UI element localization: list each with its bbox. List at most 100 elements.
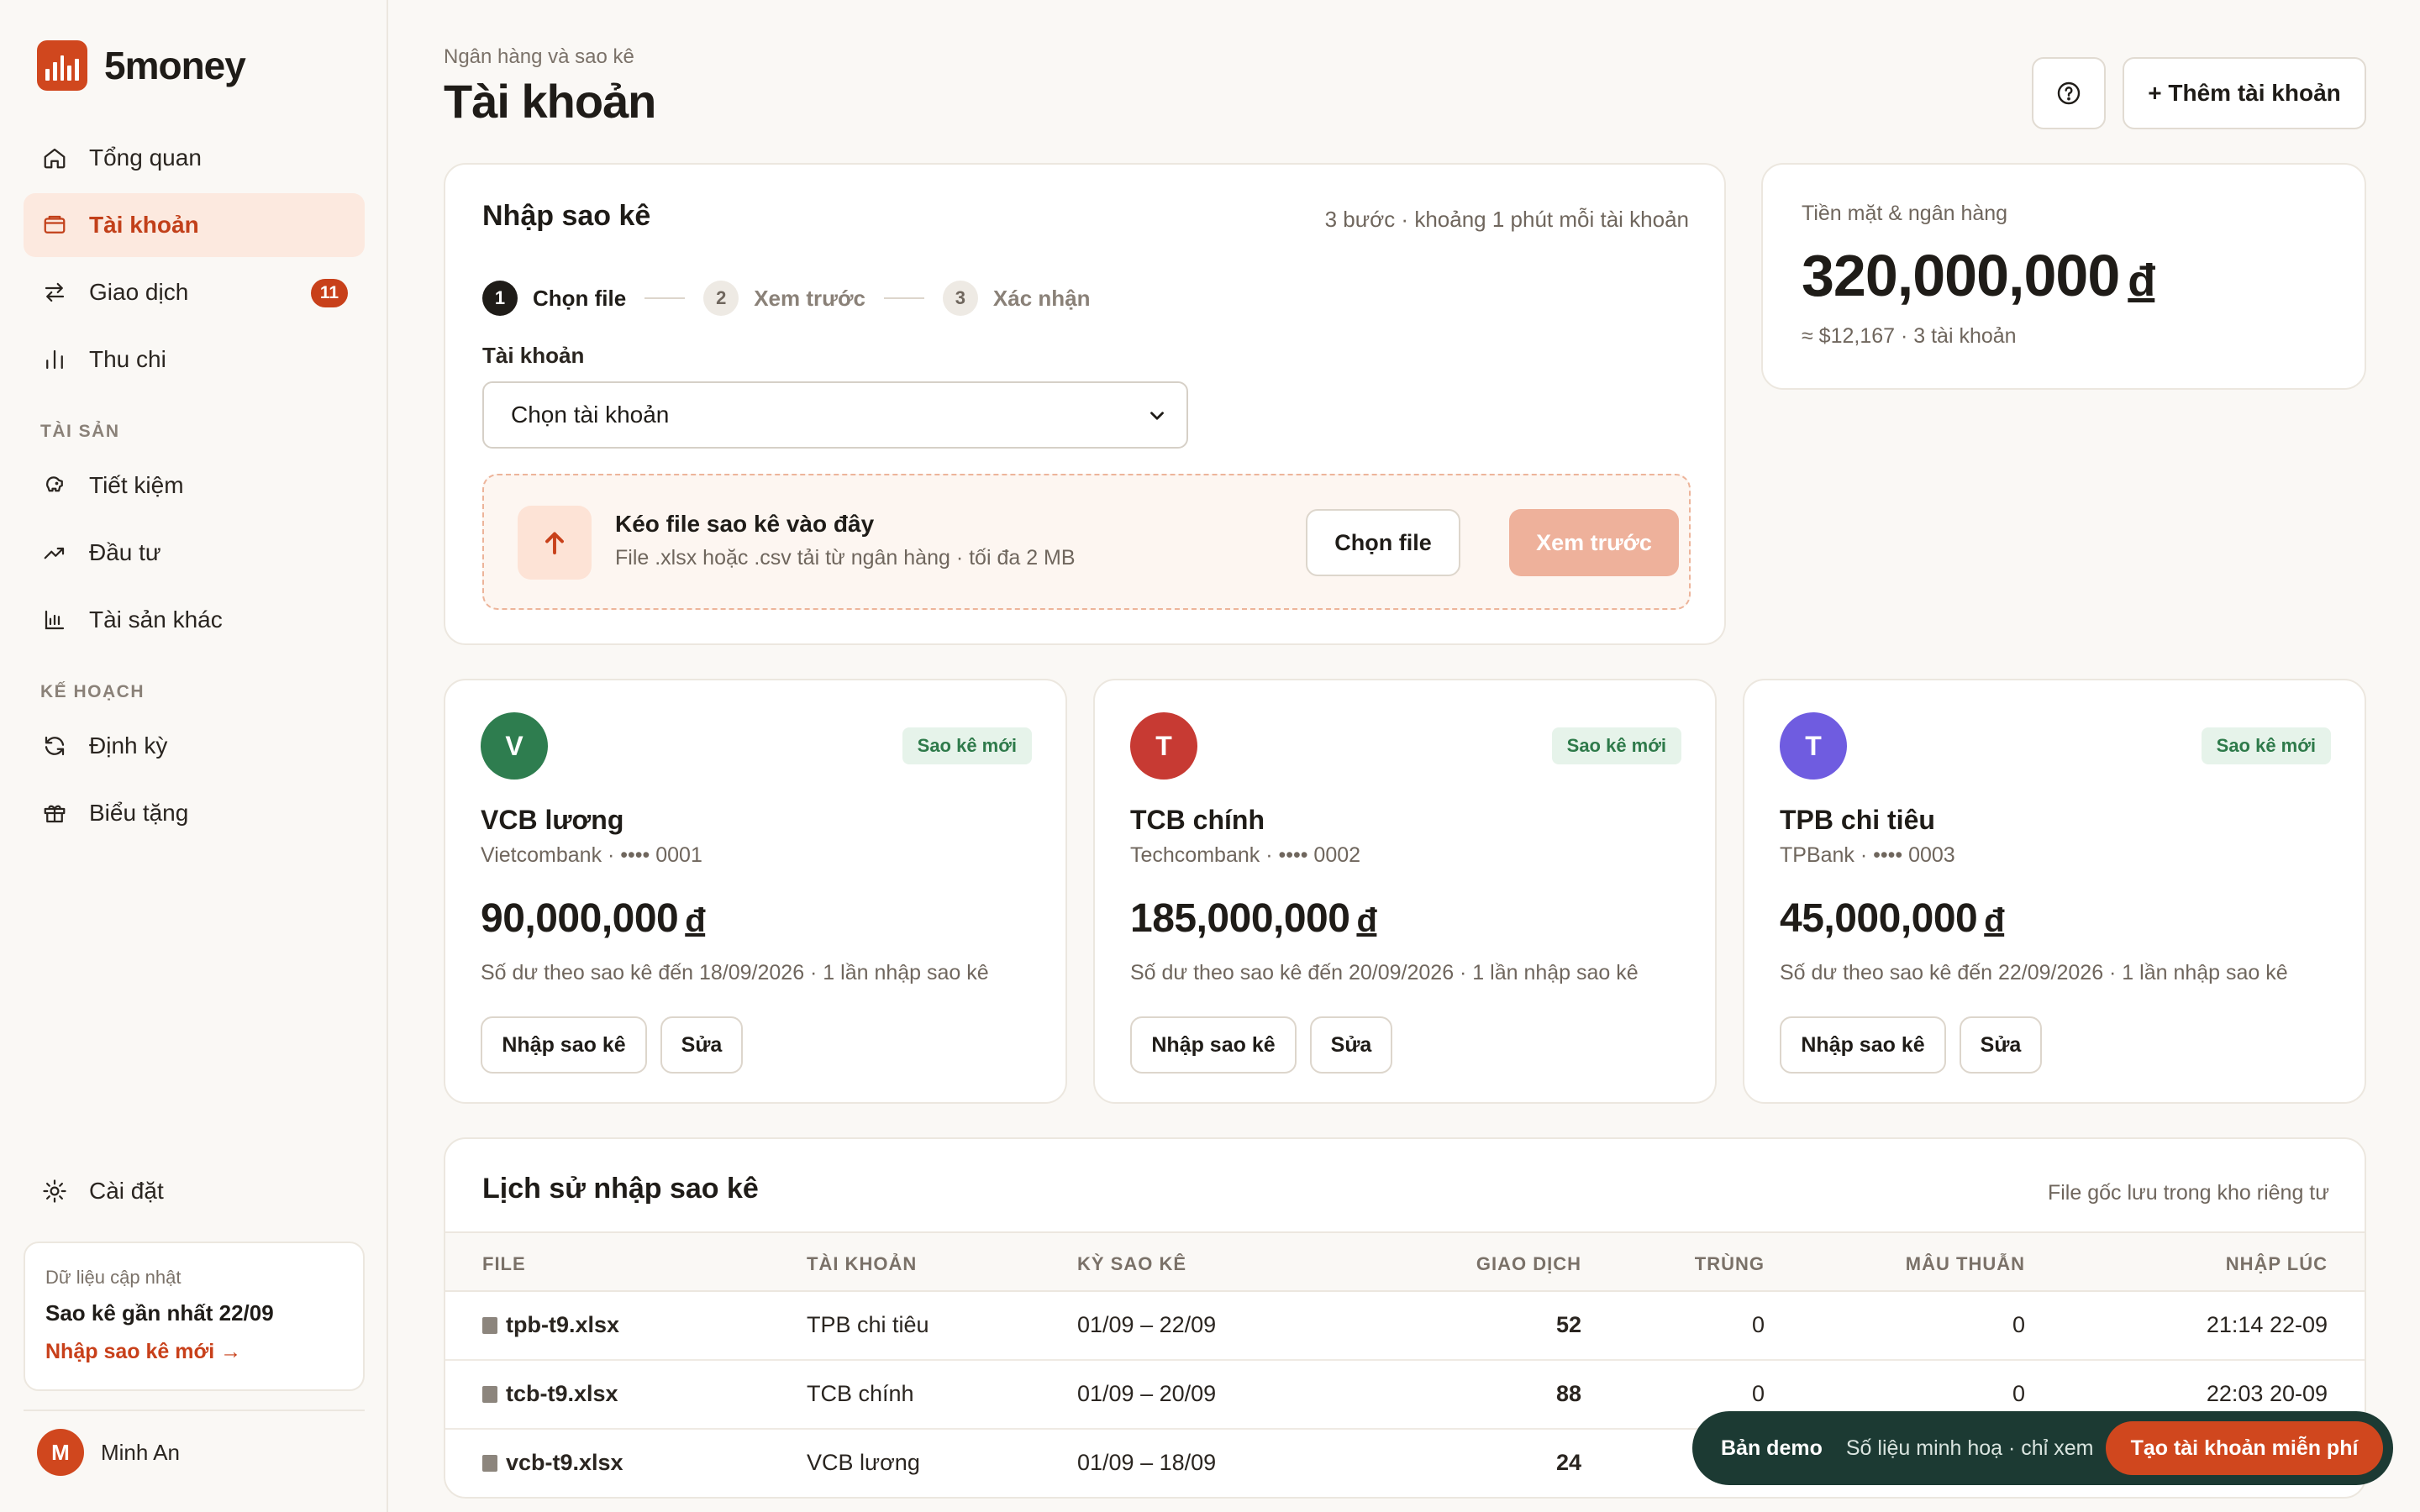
breadcrumb: Ngân hàng và sao kê: [444, 45, 634, 68]
nav-label: Tiết kiệm: [89, 472, 184, 498]
duplicates-cell: 0: [1751, 1312, 1765, 1337]
account-note: Số dư theo sao kê đến 18/09/2026 · 1 lần…: [481, 961, 989, 984]
file-name: vcb-t9.xlsx: [506, 1450, 623, 1475]
step-number: 1: [482, 281, 518, 316]
nav-item-settings[interactable]: Cài đặt: [24, 1159, 365, 1223]
account-name: TPB chi tiêu: [1780, 805, 1935, 835]
import-statement-button[interactable]: Nhập sao kê: [1780, 1016, 1946, 1074]
account-note: Số dư theo sao kê đến 22/09/2026 · 1 lần…: [1780, 961, 2288, 984]
account-select-value: Chọn tài khoản: [511, 402, 670, 428]
account-card-vcb: V Sao kê mới VCB lương Vietcombank · •••…: [444, 679, 1067, 1104]
column-header: GIAO DỊCH: [1476, 1253, 1581, 1274]
column-header: KỲ SAO KÊ: [1077, 1253, 1187, 1274]
settings-nav: Cài đặt: [24, 1159, 365, 1226]
imported-at-cell: 21:14 22-09: [2206, 1312, 2328, 1337]
account-select[interactable]: Chọn tài khoản: [482, 381, 1188, 449]
nav-label: Đầu tư: [89, 539, 161, 565]
account-name: VCB lương: [481, 805, 624, 835]
create-free-account-button[interactable]: Tạo tài khoản miễn phí: [2106, 1421, 2383, 1475]
transactions-cell: 88: [1555, 1381, 1581, 1406]
file-icon: [482, 1316, 497, 1334]
edit-account-button[interactable]: Sửa: [1310, 1016, 1392, 1074]
preview-button[interactable]: Xem trước: [1509, 509, 1679, 576]
import-hint: 3 bước · khoảng 1 phút mỗi tài khoản: [1324, 207, 1689, 232]
account-avatar: T: [1130, 712, 1197, 780]
new-statement-badge: Sao kê mới: [902, 727, 1032, 764]
period-cell: 01/09 – 22/09: [1077, 1312, 1217, 1337]
balance-amount: 320,000,000 đ: [1802, 242, 2155, 309]
add-account-button[interactable]: + Thêm tài khoản: [2123, 57, 2366, 129]
step-divider: [883, 297, 924, 299]
import-statement-button[interactable]: Nhập sao kê: [1130, 1016, 1297, 1074]
import-statement-button[interactable]: Nhập sao kê: [481, 1016, 647, 1074]
table-header: FILE TÀI KHOẢN KỲ SAO KÊ GIAO DỊCH TRÙNG…: [445, 1231, 2365, 1292]
table-row[interactable]: tpb-t9.xlsx TPB chi tiêu 01/09 – 22/09 5…: [445, 1292, 2365, 1361]
conflicts-cell: 0: [2012, 1312, 2025, 1337]
latest-statement: Sao kê gần nhất 22/09: [45, 1300, 274, 1326]
demo-banner: Bản demo Số liệu minh hoạ · chỉ xem Tạo …: [1692, 1411, 2393, 1485]
nav-item-gifts[interactable]: Biểu tặng: [24, 781, 365, 845]
account-balance: 90,000,000 đ: [481, 895, 706, 942]
edit-account-button[interactable]: Sửa: [1960, 1016, 2042, 1074]
avatar: M: [37, 1429, 84, 1476]
file-icon: [482, 1454, 497, 1472]
cash-bank-balance-card: Tiền mặt & ngân hàng 320,000,000 đ ≈ $12,…: [1761, 163, 2366, 390]
duplicates-cell: 0: [1751, 1381, 1765, 1406]
user-profile[interactable]: M Minh An: [24, 1410, 365, 1494]
nav-item-overview[interactable]: Tổng quan: [24, 126, 365, 190]
file-name: tpb-t9.xlsx: [506, 1312, 620, 1337]
account-bank: Techcombank · •••• 0002: [1130, 843, 1361, 867]
transactions-count-badge: 11: [311, 279, 348, 307]
period-cell: 01/09 – 18/09: [1077, 1450, 1217, 1475]
step-preview: Xem trước: [754, 285, 865, 311]
nav-label: Tổng quan: [89, 144, 202, 171]
currency-symbol: đ: [1984, 902, 2005, 939]
nav-item-recurring[interactable]: Định kỳ: [24, 714, 365, 778]
nav-label: Cài đặt: [89, 1178, 164, 1204]
recurring-icon: [45, 736, 65, 756]
gear-icon: [43, 1179, 66, 1203]
conflicts-cell: 0: [2012, 1381, 2025, 1406]
nav-item-other-assets[interactable]: Tài sản khác: [24, 588, 365, 652]
account-bank: TPBank · •••• 0003: [1780, 843, 1955, 867]
nav-label: Tài sản khác: [89, 606, 223, 633]
import-new-statement-link[interactable]: Nhập sao kê mới →: [45, 1340, 343, 1364]
update-caption: Dữ liệu cập nhật: [45, 1267, 182, 1288]
balance-value: 185,000,000: [1130, 896, 1350, 941]
nav-item-accounts[interactable]: Tài khoản: [24, 193, 365, 257]
account-name: TCB chính: [1130, 805, 1265, 835]
import-title: Nhập sao kê: [482, 200, 651, 232]
upload-arrow-icon: [518, 506, 592, 580]
edit-account-button[interactable]: Sửa: [660, 1016, 743, 1074]
help-button[interactable]: [2032, 57, 2106, 129]
account-cell: TCB chính: [807, 1381, 914, 1406]
nav-label: Định kỳ: [89, 732, 168, 759]
drop-subtitle: File .xlsx hoặc .csv tải từ ngân hàng · …: [615, 546, 1076, 570]
file-cell: tpb-t9.xlsx: [482, 1312, 619, 1338]
piggy-bank-icon: [46, 476, 63, 492]
account-balance: 185,000,000 đ: [1130, 895, 1377, 942]
nav-section-plan: KẾ HOẠCH: [40, 682, 145, 701]
nav-item-transactions[interactable]: Giao dịch 11: [24, 260, 365, 324]
file-drop-zone[interactable]: Kéo file sao kê vào đây File .xlsx hoặc …: [482, 474, 1691, 610]
main-nav: Tổng quan Tài khoản Giao dịch 11 Thu chi…: [24, 126, 365, 848]
choose-file-button[interactable]: Chọn file: [1306, 509, 1460, 576]
logo[interactable]: 5money: [37, 40, 246, 91]
account-avatar: T: [1780, 712, 1847, 780]
balance-label: Tiền mặt & ngân hàng: [1802, 202, 2008, 225]
nav-item-savings[interactable]: Tiết kiệm: [24, 454, 365, 517]
nav-label: Tài khoản: [89, 212, 199, 238]
help-icon: [2057, 81, 2081, 105]
nav-item-income-expense[interactable]: Thu chi: [24, 328, 365, 391]
imported-at-cell: 22:03 20-09: [2206, 1381, 2328, 1406]
user-name: Minh An: [101, 1439, 180, 1465]
account-cell: TPB chi tiêu: [807, 1312, 929, 1337]
step-choose-file: Chọn file: [533, 285, 627, 311]
new-statement-badge: Sao kê mới: [1551, 727, 1681, 764]
column-chart-icon: [45, 610, 65, 630]
account-card-tcb: T Sao kê mới TCB chính Techcombank · •••…: [1093, 679, 1717, 1104]
column-header: TRÙNG: [1694, 1253, 1765, 1274]
file-name: tcb-t9.xlsx: [506, 1381, 618, 1406]
nav-item-investment[interactable]: Đầu tư: [24, 521, 365, 585]
currency-symbol: đ: [2128, 255, 2155, 306]
